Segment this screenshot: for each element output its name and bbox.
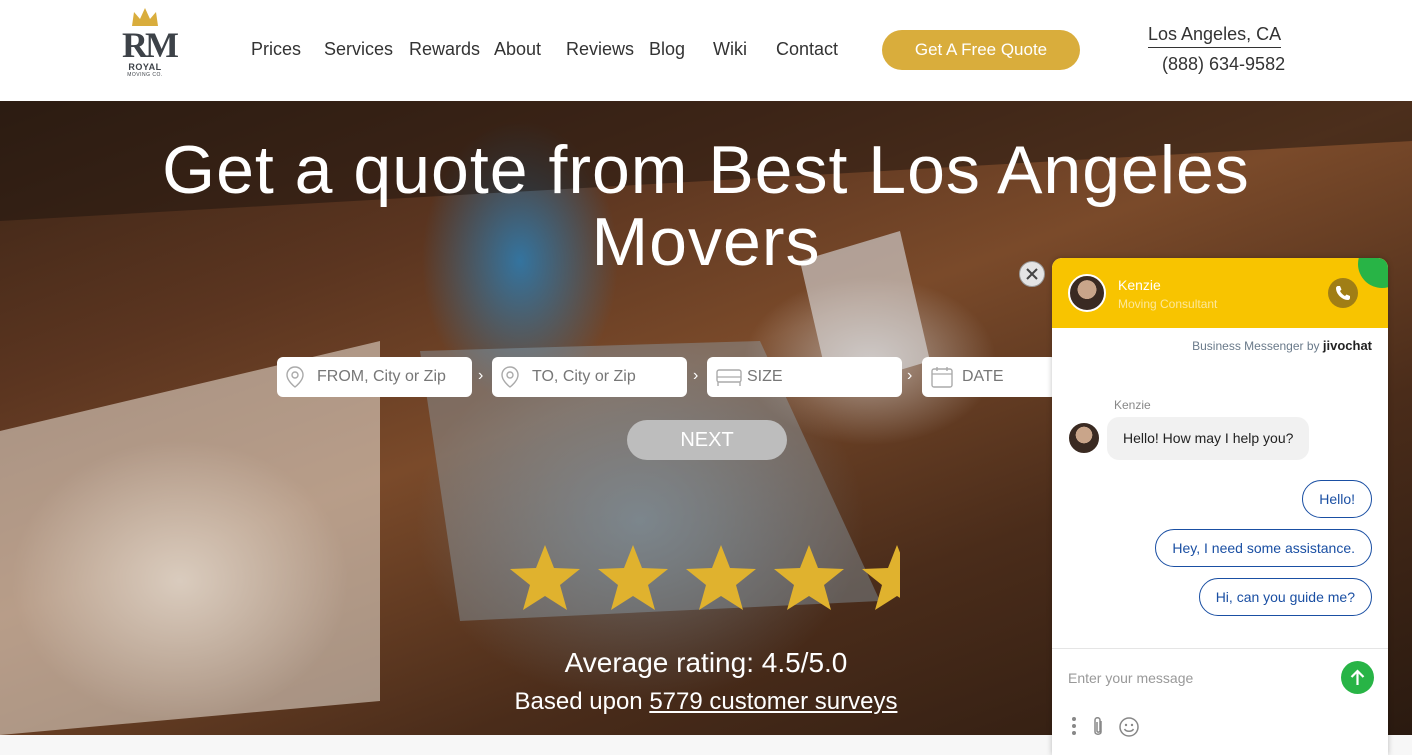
nav-reviews[interactable]: Reviews: [566, 39, 634, 60]
logo-sub: MOVING CO.: [127, 72, 163, 78]
nav-services[interactable]: Services: [324, 39, 393, 60]
star-icon: [510, 545, 580, 610]
quick-reply[interactable]: Hello!: [1302, 480, 1372, 518]
form-separator: ›: [693, 367, 699, 384]
nav-rewards[interactable]: Rewards: [409, 39, 480, 60]
calendar-icon: [931, 367, 953, 388]
chat-message-input[interactable]: [1068, 667, 1328, 689]
from-field[interactable]: [277, 357, 472, 397]
agent-message: Hello! How may I help you?: [1107, 417, 1310, 460]
star-icon: [686, 545, 756, 610]
powered-prefix: Business Messenger by: [1192, 339, 1320, 353]
chat-widget: Kenzie Moving Consultant Business Messen…: [1052, 258, 1388, 755]
next-button[interactable]: NEXT: [627, 420, 787, 460]
location-pin-icon: [501, 366, 519, 388]
arrow-up-icon: [1350, 669, 1365, 685]
message-sender: Kenzie: [1114, 398, 1151, 412]
site-header: RM ROYAL MOVING CO. Prices Services Rewa…: [0, 0, 1412, 101]
size-select[interactable]: [747, 357, 897, 397]
send-button[interactable]: [1341, 661, 1374, 694]
nav-about[interactable]: About: [494, 39, 541, 60]
emoji-icon[interactable]: [1118, 716, 1140, 738]
chat-close-button[interactable]: [1019, 261, 1045, 287]
surveys-prefix: Based upon: [514, 688, 650, 715]
hero-title-line-1: Get a quote from Best Los Angeles: [162, 132, 1250, 208]
form-separator: ›: [907, 367, 913, 384]
from-input[interactable]: [317, 357, 467, 397]
jivochat-logo[interactable]: jivochat: [1323, 338, 1372, 353]
powered-by: Business Messenger by jivochat: [1192, 338, 1372, 353]
nav-wiki[interactable]: Wiki: [713, 39, 747, 60]
nav-contact[interactable]: Contact: [776, 39, 838, 60]
quick-reply[interactable]: Hey, I need some assistance.: [1155, 529, 1372, 567]
get-free-quote-button[interactable]: Get A Free Quote: [882, 30, 1080, 70]
to-input[interactable]: [532, 357, 682, 397]
chat-composer: [1052, 648, 1388, 755]
royal-moving-logo[interactable]: RM ROYAL MOVING CO.: [122, 6, 179, 92]
size-field[interactable]: [707, 357, 902, 397]
call-button[interactable]: [1328, 278, 1358, 308]
message-avatar: [1068, 422, 1100, 454]
agent-name: Kenzie: [1118, 277, 1161, 293]
nav-prices[interactable]: Prices: [251, 39, 301, 60]
bed-icon: [716, 369, 742, 386]
phone-icon: [1336, 286, 1350, 300]
star-icon: [598, 545, 668, 610]
agent-role: Moving Consultant: [1118, 297, 1218, 311]
chat-header: Kenzie Moving Consultant: [1052, 258, 1388, 328]
to-field[interactable]: [492, 357, 687, 397]
date-input[interactable]: [962, 357, 1052, 397]
half-star-icon: [862, 545, 900, 610]
logo-monogram: RM: [122, 25, 179, 65]
phone-number[interactable]: (888) 634-9582: [1162, 54, 1285, 75]
surveys-link[interactable]: 5779 customer surveys: [649, 688, 897, 715]
form-separator: ›: [478, 367, 484, 384]
quick-reply[interactable]: Hi, can you guide me?: [1198, 578, 1372, 616]
date-field[interactable]: [922, 357, 1057, 397]
agent-avatar: [1068, 274, 1106, 312]
more-options-icon[interactable]: [1070, 715, 1078, 737]
location-pin-icon: [286, 366, 304, 388]
online-indicator: [1358, 258, 1388, 288]
close-icon: [1026, 268, 1038, 280]
logo-brand: ROYAL: [128, 62, 162, 72]
city-selector[interactable]: Los Angeles, CA: [1148, 24, 1282, 48]
hero-title: Get a quote from Best Los Angeles Movers: [0, 134, 1412, 278]
star-icon: [774, 545, 844, 610]
attachment-icon[interactable]: [1090, 715, 1106, 739]
rating-stars: [510, 545, 900, 610]
nav-blog[interactable]: Blog: [649, 39, 685, 60]
